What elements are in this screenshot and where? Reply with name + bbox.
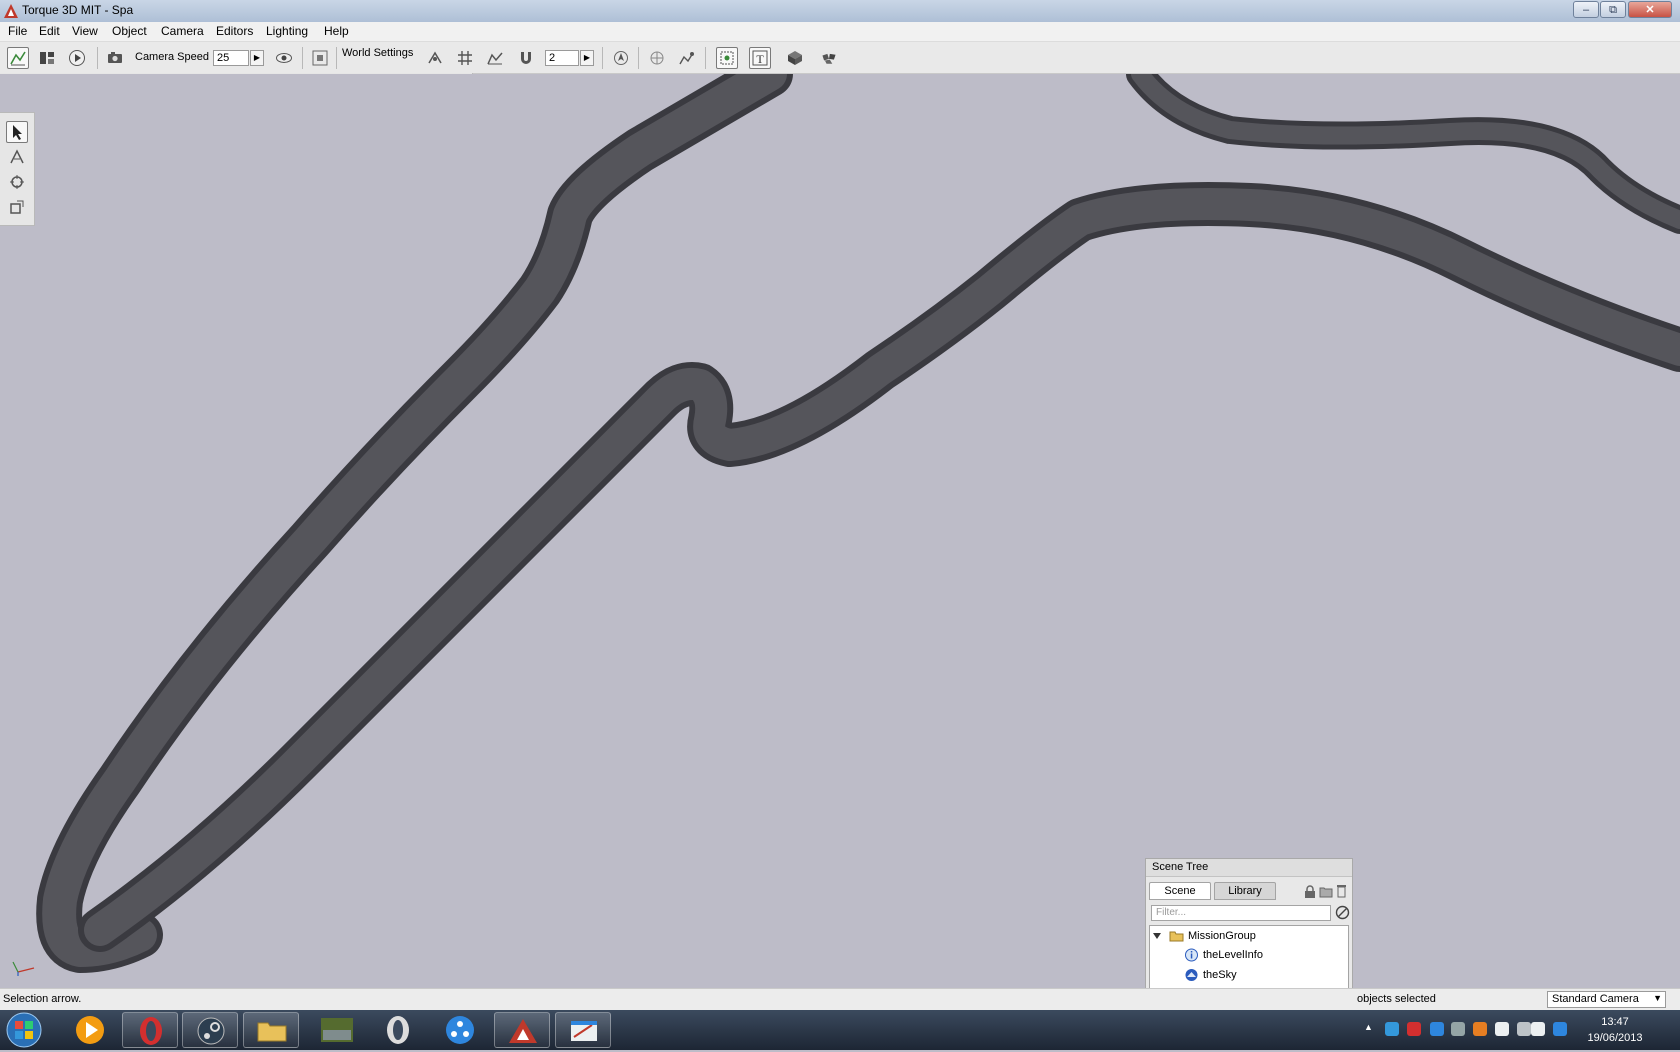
show-hidden-icons-icon[interactable]: ▲ bbox=[1364, 1022, 1373, 1032]
taskbar-clock[interactable]: 13:47 19/06/2013 bbox=[1575, 1014, 1655, 1046]
tool-palette bbox=[0, 112, 35, 226]
snap-value-arrow-icon[interactable]: ▶ bbox=[580, 50, 594, 66]
world-settings-label[interactable]: World Settings bbox=[342, 47, 413, 59]
info-icon bbox=[1185, 948, 1198, 962]
svg-text:T: T bbox=[756, 52, 764, 66]
camera-speed-label: Camera Speed bbox=[135, 51, 209, 63]
toolbar-separator bbox=[336, 47, 337, 69]
scene-filter-input[interactable]: Filter... bbox=[1151, 905, 1331, 921]
camera-icon[interactable] bbox=[104, 47, 126, 69]
dropbox-tray-icon[interactable] bbox=[1430, 1022, 1444, 1036]
app-tray-icon[interactable] bbox=[1473, 1022, 1487, 1036]
toolbar-separator bbox=[302, 47, 303, 69]
game-taskbar-icon[interactable] bbox=[309, 1012, 365, 1048]
prefab-icon[interactable] bbox=[784, 47, 806, 69]
menu-bar: File Edit View Object Camera Editors Lig… bbox=[0, 22, 1680, 42]
new-folder-icon[interactable] bbox=[1319, 885, 1333, 898]
tab-scene[interactable]: Scene bbox=[1149, 882, 1211, 900]
tab-library[interactable]: Library bbox=[1214, 882, 1276, 900]
title-bar: Torque 3D MIT - Spa – ⧉ ✕ bbox=[0, 0, 1680, 23]
toolbar-separator bbox=[97, 47, 98, 69]
play-game-icon[interactable] bbox=[66, 47, 88, 69]
menu-object[interactable]: Object bbox=[112, 24, 147, 38]
move-tool-icon[interactable] bbox=[6, 146, 28, 168]
menu-camera[interactable]: Camera bbox=[161, 24, 204, 38]
selection-count: objects selected bbox=[1357, 993, 1436, 1005]
toolbar-separator bbox=[638, 47, 639, 69]
window-title: Torque 3D MIT - Spa bbox=[22, 3, 134, 17]
grid-snap-icon[interactable] bbox=[454, 47, 476, 69]
torque-taskbar-icon[interactable] bbox=[494, 1012, 550, 1048]
steam-tray-icon[interactable] bbox=[1451, 1022, 1465, 1036]
magnet-snap-icon[interactable] bbox=[515, 47, 537, 69]
gui-editor-icon[interactable] bbox=[36, 47, 58, 69]
close-icon[interactable]: ✕ bbox=[1628, 1, 1672, 18]
opera-taskbar-icon[interactable] bbox=[122, 1012, 178, 1048]
fit-selection-icon[interactable] bbox=[309, 47, 331, 69]
object-center-icon[interactable] bbox=[610, 47, 632, 69]
scale-tool-icon[interactable] bbox=[6, 196, 28, 218]
track-scene bbox=[0, 51, 1680, 988]
clock-time: 13:47 bbox=[1601, 1016, 1629, 1028]
sky-icon bbox=[1185, 969, 1198, 981]
opera-tray-icon[interactable] bbox=[1407, 1022, 1421, 1036]
lock-icon[interactable] bbox=[1304, 885, 1316, 898]
menu-edit[interactable]: Edit bbox=[39, 24, 60, 38]
folder-icon bbox=[1169, 931, 1184, 942]
delete-icon[interactable] bbox=[1336, 884, 1347, 898]
text-labels-icon[interactable]: T bbox=[749, 47, 771, 69]
drop-at-icon[interactable] bbox=[676, 47, 698, 69]
visibility-eye-icon[interactable] bbox=[273, 47, 295, 69]
camera-speed-input[interactable]: 25 bbox=[213, 50, 249, 66]
menu-file[interactable]: File bbox=[8, 24, 27, 38]
menu-help[interactable]: Help bbox=[324, 24, 349, 38]
select-mode-icon[interactable] bbox=[716, 47, 738, 69]
media-player-taskbar-icon[interactable] bbox=[62, 1012, 118, 1048]
taskbar: ▲ 13:47 19/06/2013 bbox=[0, 1010, 1680, 1050]
volume-tray-icon[interactable] bbox=[1517, 1022, 1531, 1036]
torque-logo-icon bbox=[4, 4, 18, 18]
action-center-tray-icon[interactable] bbox=[1531, 1022, 1545, 1036]
toolbar-separator bbox=[705, 47, 706, 69]
status-bar: Selection arrow. objects selected Standa… bbox=[0, 988, 1680, 1011]
status-message: Selection arrow. bbox=[3, 993, 82, 1005]
network-tray-icon[interactable] bbox=[1385, 1022, 1399, 1036]
snap-value-input[interactable]: 2 bbox=[545, 50, 579, 66]
steam-taskbar-icon[interactable] bbox=[182, 1012, 238, 1048]
menu-editors[interactable]: Editors bbox=[216, 24, 253, 38]
terrain-snap-icon[interactable] bbox=[484, 47, 506, 69]
snap-settings-icon[interactable] bbox=[424, 47, 446, 69]
opera-dev-taskbar-icon[interactable] bbox=[370, 1012, 426, 1048]
clear-filter-icon[interactable] bbox=[1335, 905, 1350, 920]
scene-tree-title: Scene Tree bbox=[1146, 859, 1352, 877]
3d-viewport[interactable] bbox=[0, 51, 1680, 988]
bounds-center-icon[interactable] bbox=[646, 47, 668, 69]
file-explorer-taskbar-icon[interactable] bbox=[243, 1012, 299, 1048]
start-orb-icon[interactable] bbox=[4, 1011, 44, 1049]
clock-date: 19/06/2013 bbox=[1587, 1032, 1643, 1044]
world-editor-icon[interactable] bbox=[7, 47, 29, 69]
bluetooth-tray-icon[interactable] bbox=[1553, 1022, 1567, 1036]
menu-lighting[interactable]: Lighting bbox=[266, 24, 308, 38]
explode-prefab-icon[interactable] bbox=[816, 47, 842, 69]
scene-tree-panel: Scene Tree Scene Library Filter... Missi… bbox=[1145, 858, 1353, 1010]
selection-arrow-icon[interactable] bbox=[6, 121, 28, 143]
camera-mode-value: Standard Camera bbox=[1552, 993, 1639, 1005]
rotate-tool-icon[interactable] bbox=[6, 171, 28, 193]
menu-view[interactable]: View bbox=[72, 24, 98, 38]
main-toolbar: Camera Speed 25 ▶ World Settings 2 ▶ T bbox=[0, 42, 1680, 74]
maximize-icon[interactable]: ⧉ bbox=[1600, 1, 1626, 18]
camera-mode-select[interactable]: Standard Camera ▼ bbox=[1547, 991, 1666, 1008]
chevron-down-icon: ▼ bbox=[1653, 993, 1662, 1003]
editor-taskbar-icon[interactable] bbox=[555, 1012, 611, 1048]
camera-speed-arrow-icon[interactable]: ▶ bbox=[250, 50, 264, 66]
minimize-icon[interactable]: – bbox=[1573, 1, 1599, 18]
download-tray-icon[interactable] bbox=[1495, 1022, 1509, 1036]
app-taskbar-icon[interactable] bbox=[432, 1012, 488, 1048]
toolbar-separator bbox=[602, 47, 603, 69]
expand-arrow-icon[interactable] bbox=[1153, 932, 1161, 940]
